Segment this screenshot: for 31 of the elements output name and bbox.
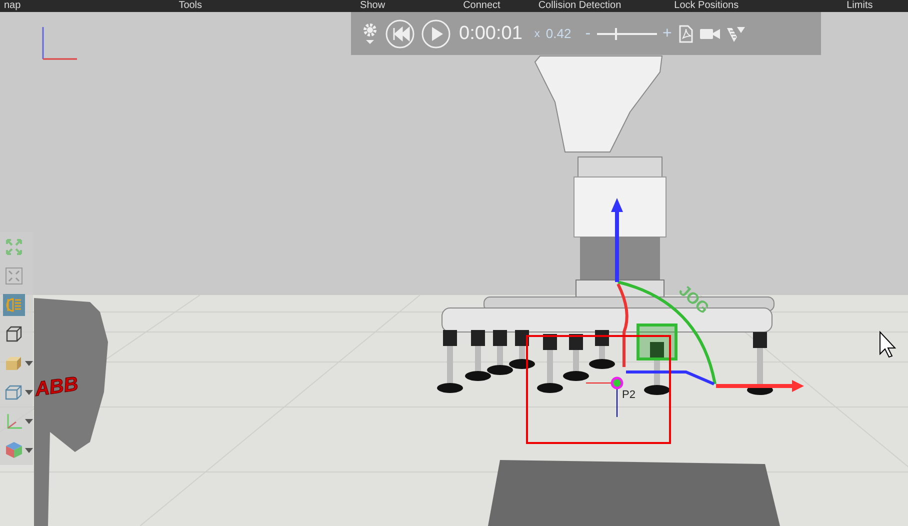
rewind-button[interactable]: [385, 18, 415, 48]
caret-icon[interactable]: [25, 390, 33, 394]
expand-icon[interactable]: [3, 236, 25, 258]
pdf-icon[interactable]: [678, 24, 694, 42]
video-camera-icon[interactable]: [700, 26, 720, 40]
menu-item[interactable]: Tools: [174, 0, 206, 12]
caret-icon[interactable]: [25, 448, 33, 452]
speed-prefix: x: [534, 28, 540, 40]
fit-icon[interactable]: [3, 265, 25, 287]
mouse-cursor-icon: [880, 330, 896, 358]
light-icon[interactable]: [3, 294, 25, 316]
time-display: 0:00:01: [459, 22, 522, 44]
menu-item[interactable]: Connect: [459, 0, 504, 12]
speed-value: 0.42: [546, 26, 572, 41]
target-label: P2: [622, 389, 636, 401]
menu-item[interactable]: nap: [0, 0, 25, 12]
caret-icon[interactable]: [25, 360, 33, 366]
filter-icon[interactable]: [726, 24, 746, 42]
menu-item[interactable]: Collision Detection: [534, 0, 626, 12]
caret-icon[interactable]: [25, 418, 33, 424]
axes-indicator: [42, 27, 77, 60]
jog-label: JOG: [675, 282, 712, 318]
target-marker: [586, 376, 624, 418]
play-button[interactable]: [421, 18, 451, 48]
cube-icon[interactable]: [3, 439, 24, 461]
settings-icon[interactable]: [361, 22, 379, 46]
menu-item[interactable]: Lock Positions: [670, 0, 743, 12]
menu-item[interactable]: Limits: [842, 0, 877, 12]
logo-text: ABB: [34, 373, 80, 401]
menu-item[interactable]: Show: [356, 0, 390, 12]
slider-thumb[interactable]: [614, 28, 617, 40]
